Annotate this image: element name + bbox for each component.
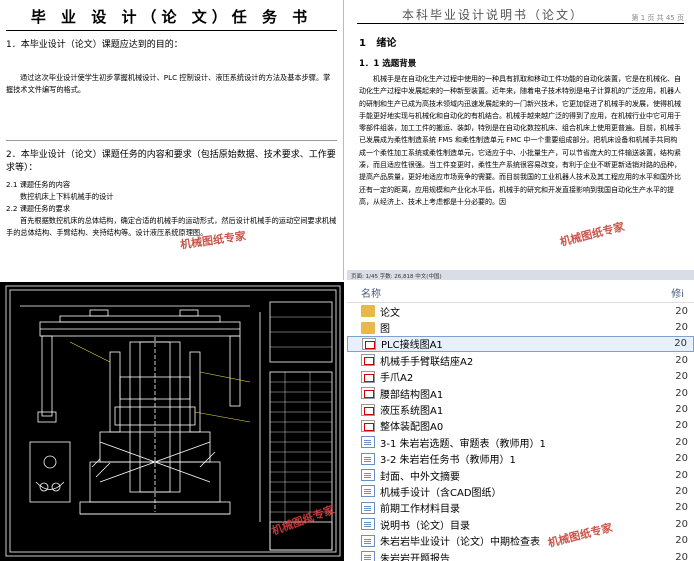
file-date: 20 <box>675 420 688 432</box>
manual-chapter-title: 绪论 <box>376 38 397 49</box>
file-name: 整体装配图A0 <box>380 422 444 434</box>
file-row[interactable]: 腰部结构图A1 20 <box>347 385 694 401</box>
file-date: 20 <box>675 551 688 561</box>
file-date: 20 <box>675 371 688 383</box>
manual-chapter-number: 1 <box>359 38 366 49</box>
task-sec22: 2.2 课题任务的要求 <box>6 204 71 213</box>
file-row[interactable]: 说明书（论文）目录 20 <box>347 516 694 532</box>
folder-icon <box>361 305 375 318</box>
file-name: PLC接线图A1 <box>381 340 443 352</box>
file-date: 20 <box>675 535 688 547</box>
folder-icon <box>361 321 375 334</box>
document-icon <box>361 501 375 514</box>
file-row[interactable]: 手爪A2 20 <box>347 369 694 385</box>
document-icon <box>361 534 375 547</box>
file-name: 封面、中外文摘要 <box>380 471 460 483</box>
file-row[interactable]: 前期工作材料目录 20 <box>347 500 694 516</box>
column-name-header[interactable]: 名称 <box>361 285 381 300</box>
document-icon <box>361 452 375 465</box>
task-divider <box>6 140 337 141</box>
file-date: 20 <box>675 436 688 448</box>
file-row[interactable]: 图 20 <box>347 319 694 335</box>
document-icon <box>361 436 375 449</box>
file-row[interactable]: 封面、中外文摘要 20 <box>347 467 694 483</box>
status-bar: 页面: 1/45 字数: 26,818 中文(中国) <box>347 270 694 280</box>
file-name: 腰部结构图A1 <box>380 389 444 401</box>
file-date: 20 <box>675 322 688 334</box>
manual-page-number: 第 1 页 共 45 页 <box>631 14 685 22</box>
file-name: 图 <box>380 324 390 336</box>
task-sec21-body: 数控机床上下料机械手的设计 <box>20 192 114 201</box>
task-document-panel: 毕 业 设 计（论 文）任 务 书 1．本毕业设计（论文）课题应达到的目的： 通… <box>0 0 344 280</box>
document-icon <box>361 469 375 482</box>
file-row[interactable]: 3-1 朱岩岩选题、审题表（教师用）1 20 <box>347 434 694 450</box>
cad-file-icon <box>361 419 375 432</box>
file-row[interactable]: 3-2 朱岩岩任务书（教师用）1 20 <box>347 451 694 467</box>
task-sec22-body: 首先根据数控机床的总体结构，确定合适的机械手的运动形式，然后设计机械手的运动空间… <box>6 216 337 237</box>
file-row[interactable]: 机械手设计（含CAD图纸） 20 <box>347 483 694 499</box>
file-date: 20 <box>674 338 687 350</box>
file-date: 20 <box>675 453 688 465</box>
document-icon <box>361 551 375 561</box>
file-row[interactable]: 论文 20 <box>347 303 694 319</box>
manual-title: 本科毕业设计说明书（论文） <box>402 8 585 22</box>
cad-file-icon <box>361 354 375 367</box>
file-name: 朱岩岩开题报告 <box>380 553 450 561</box>
file-row[interactable]: 朱岩岩开题报告 20 <box>347 549 694 561</box>
file-date: 20 <box>675 305 688 317</box>
file-date: 20 <box>675 485 688 497</box>
file-name: 论文 <box>380 307 400 319</box>
manual-header: 本科毕业设计说明书（论文） 第 1 页 共 45 页 <box>357 0 684 24</box>
manual-paragraph: 机械手是在自动化生产过程中使用的一种具有抓取和移动工件功能的自动化装置，它是在机… <box>359 75 681 206</box>
file-row[interactable]: 整体装配图A0 20 <box>347 418 694 434</box>
file-name: 手爪A2 <box>380 373 414 385</box>
manual-document-panel: 本科毕业设计说明书（论文） 第 1 页 共 45 页 1 绪论 1．1 选题背景… <box>347 0 694 280</box>
file-date: 20 <box>675 354 688 366</box>
file-name: 机械手设计（含CAD图纸） <box>380 487 502 499</box>
file-date: 20 <box>675 518 688 530</box>
file-date: 20 <box>675 502 688 514</box>
file-row[interactable]: PLC接线图A1 20 <box>347 335 694 353</box>
task-sec1-body: 通过这次毕业设计使学生初步掌握机械设计、PLC 控制设计、液压系统设计的方法及基… <box>6 73 331 94</box>
column-date-header[interactable]: 修i <box>671 285 684 300</box>
cad-file-icon <box>361 403 375 416</box>
task-sec21: 2.1 课题任务的内容 <box>6 180 71 189</box>
manual-section-heading: 1．1 选题背景 <box>359 59 417 69</box>
file-date: 20 <box>675 404 688 416</box>
file-name: 说明书（论文）目录 <box>380 520 470 532</box>
file-date: 20 <box>675 469 688 481</box>
file-name: 朱岩岩毕业设计（论文）中期检查表 <box>380 537 540 549</box>
file-list-header: 名称 修i <box>347 282 694 303</box>
file-row[interactable]: 朱岩岩毕业设计（论文）中期检查表 20 <box>347 532 694 548</box>
file-name: 3-1 朱岩岩选题、审题表（教师用）1 <box>380 438 546 450</box>
task-sec2-heading: 2．本毕业设计（论文）课题任务的内容和要求（包括原始数据、技术要求、工作要求等）… <box>6 150 336 173</box>
task-doc-title: 毕 业 设 计（论 文）任 务 书 <box>6 0 337 31</box>
file-list: 论文 20 图 20 PLC接线图A1 20 机械手手臂联结座A2 20 手爪A2 20 腰部结构图… <box>347 303 694 561</box>
cad-drawing-panel: 机械图纸专家 <box>0 282 344 561</box>
document-icon <box>361 485 375 498</box>
file-name: 3-2 朱岩岩任务书（教师用）1 <box>380 455 516 467</box>
file-row[interactable]: 液压系统图A1 20 <box>347 401 694 417</box>
cad-file-icon <box>362 337 376 350</box>
file-row[interactable]: 机械手手臂联结座A2 20 <box>347 352 694 368</box>
manual-chapter-heading: 1 绪论 <box>359 34 682 49</box>
file-name: 液压系统图A1 <box>380 406 444 418</box>
task-sec1-heading: 1．本毕业设计（论文）课题应达到的目的： <box>6 40 183 50</box>
file-name: 前期工作材料目录 <box>380 504 460 516</box>
file-date: 20 <box>675 387 688 399</box>
cad-file-icon <box>361 387 375 400</box>
file-name: 机械手手臂联结座A2 <box>380 356 474 368</box>
file-explorer-panel: 名称 修i 论文 20 图 20 PLC接线图A1 20 机械手手臂联结座A2 20 手爪A2 2… <box>347 282 694 561</box>
document-icon <box>361 518 375 531</box>
watermark: 机械图纸专家 <box>558 220 626 249</box>
cad-file-icon <box>361 370 375 383</box>
